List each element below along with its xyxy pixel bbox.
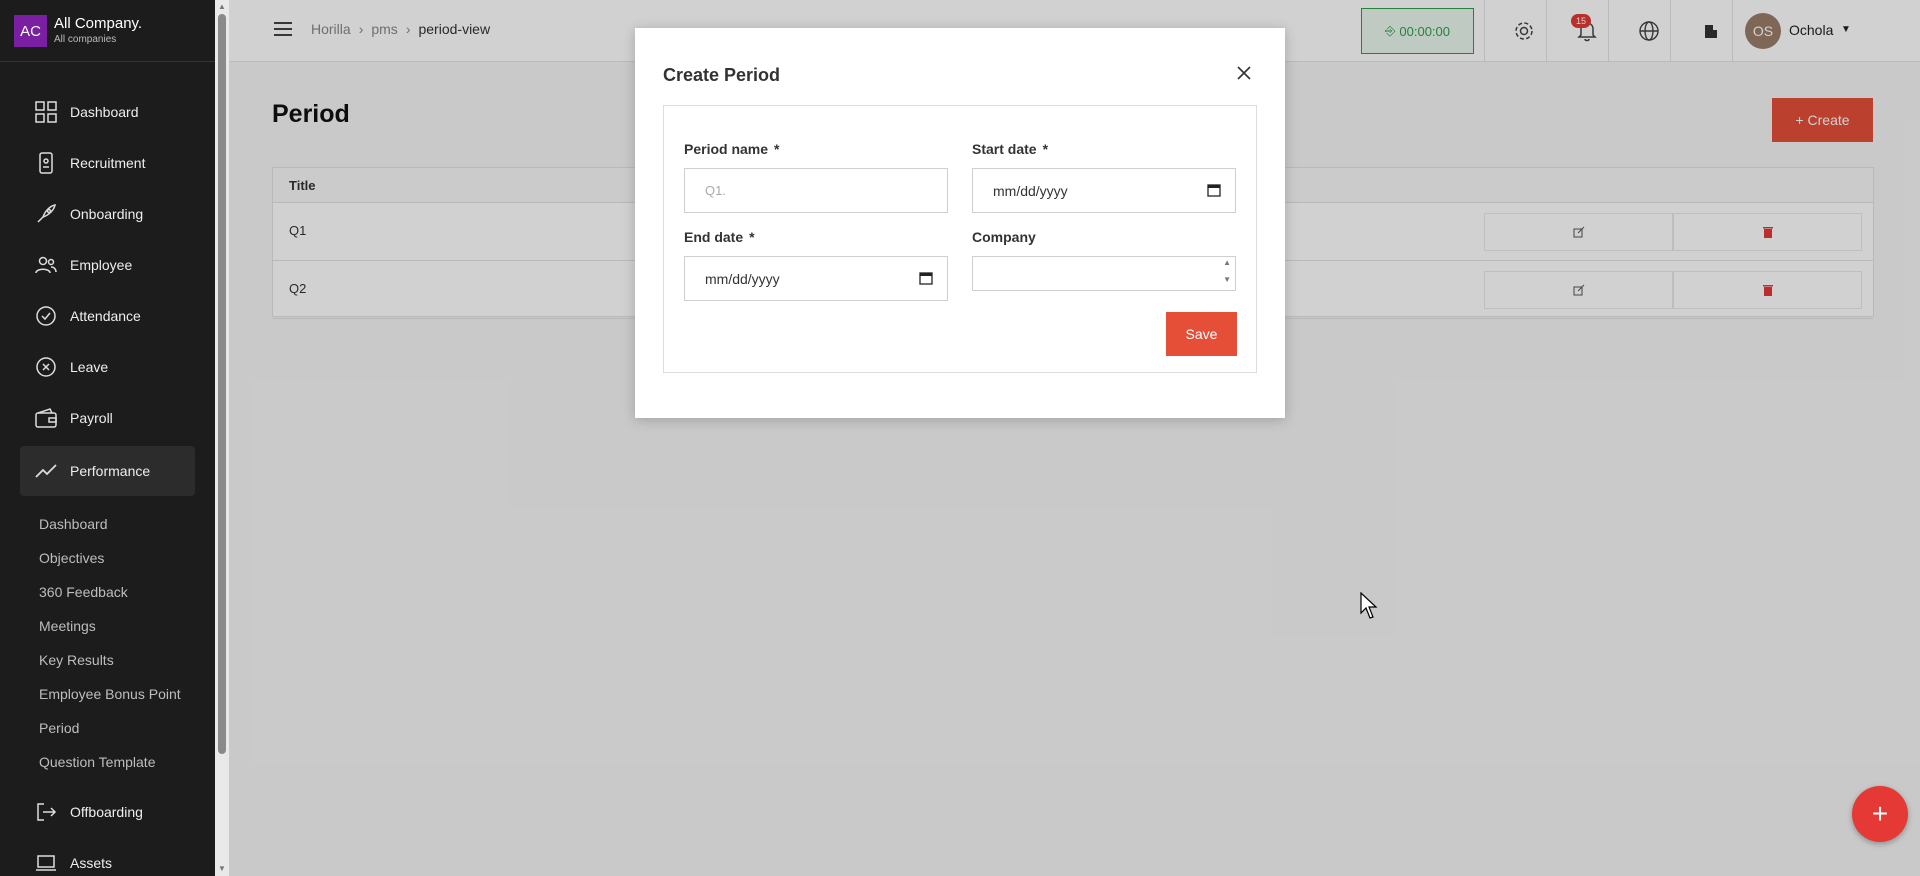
company-label: Company — [972, 229, 1036, 245]
recruitment-icon — [34, 151, 58, 175]
sidebar-item-onboarding[interactable]: Onboarding — [20, 189, 195, 239]
company-select[interactable]: ▲ ▼ — [972, 256, 1236, 291]
sidebar: AC All Company. All companies Dashboard … — [0, 0, 215, 876]
people-icon — [34, 253, 58, 277]
period-name-input[interactable]: Q1. — [684, 168, 948, 213]
sidebar-item-offboarding[interactable]: Offboarding — [20, 787, 195, 837]
sidebar-item-performance[interactable]: Performance — [20, 446, 195, 496]
submenu-item-360-feedback[interactable]: 360 Feedback — [39, 584, 128, 600]
spin-down-icon[interactable]: ▼ — [1223, 275, 1231, 284]
submenu-item-employee-bonus-point[interactable]: Employee Bonus Point — [39, 686, 181, 702]
input-placeholder: Q1. — [705, 183, 726, 198]
start-date-input[interactable]: mm/dd/yyyy — [972, 168, 1236, 213]
sidebar-item-attendance[interactable]: Attendance — [20, 291, 195, 341]
calendar-icon — [919, 272, 933, 285]
exit-icon — [34, 800, 58, 824]
x-circle-icon — [34, 355, 58, 379]
sidebar-item-assets[interactable]: Assets — [20, 838, 195, 876]
sidebar-item-label: Performance — [70, 463, 151, 479]
period-form: Period name * Q1. Start date * mm/dd/yyyy … — [663, 105, 1257, 373]
sidebar-item-label: Employee — [70, 257, 133, 273]
submenu-item-objectives[interactable]: Objectives — [39, 550, 104, 566]
rocket-icon — [34, 202, 58, 226]
label-text: Period name — [684, 141, 769, 157]
submenu-item-key-results[interactable]: Key Results — [39, 652, 114, 668]
trend-icon — [34, 459, 58, 483]
company-avatar: AC — [14, 15, 47, 47]
end-date-label: End date * — [684, 229, 755, 245]
scroll-down-icon[interactable]: ▼ — [218, 864, 226, 873]
label-text: End date — [684, 229, 744, 245]
scroll-up-icon[interactable]: ▲ — [218, 2, 226, 11]
sidebar-item-label: Offboarding — [70, 804, 143, 820]
calendar-icon — [1207, 184, 1221, 197]
dashboard-icon — [34, 100, 58, 124]
wallet-icon — [34, 406, 58, 430]
sidebar-item-dashboard[interactable]: Dashboard — [20, 87, 195, 137]
start-date-label: Start date * — [972, 141, 1048, 157]
submenu-item-dashboard[interactable]: Dashboard — [39, 516, 108, 532]
company-subtitle: All companies — [54, 34, 117, 45]
close-icon[interactable] — [1235, 64, 1253, 82]
mouse-cursor-icon — [1360, 591, 1380, 620]
label-text: Start date — [972, 141, 1037, 157]
sidebar-item-recruitment[interactable]: Recruitment — [20, 138, 195, 188]
submenu-item-question-template[interactable]: Question Template — [39, 754, 155, 770]
label-text: Company — [972, 229, 1036, 245]
sidebar-item-leave[interactable]: Leave — [20, 342, 195, 392]
sidebar-item-label: Attendance — [70, 308, 141, 324]
period-name-label: Period name * — [684, 141, 779, 157]
create-period-modal: Create Period Period name * Q1. Start dat… — [635, 28, 1285, 418]
check-circle-icon — [34, 304, 58, 328]
quick-action-add-button[interactable]: + — [1852, 786, 1908, 842]
submenu-item-period[interactable]: Period — [39, 720, 79, 736]
sidebar-item-label: Dashboard — [70, 104, 139, 120]
end-date-input[interactable]: mm/dd/yyyy — [684, 256, 948, 301]
sidebar-item-label: Onboarding — [70, 206, 144, 222]
submenu-item-meetings[interactable]: Meetings — [39, 618, 96, 634]
company-switcher[interactable]: AC All Company. All companies — [0, 0, 215, 62]
required-mark: * — [749, 229, 755, 245]
company-name: All Company. — [54, 15, 143, 32]
sidebar-scrollbar[interactable]: ▲ ▼ — [215, 0, 229, 876]
date-value: mm/dd/yyyy — [993, 182, 1068, 199]
sidebar-item-employee[interactable]: Employee — [20, 240, 195, 290]
scrollbar-thumb[interactable] — [218, 14, 226, 754]
save-button[interactable]: Save — [1166, 312, 1237, 356]
laptop-icon — [34, 851, 58, 875]
required-mark: * — [1042, 141, 1049, 157]
spin-up-icon[interactable]: ▲ — [1223, 258, 1231, 267]
date-value: mm/dd/yyyy — [705, 270, 780, 287]
sidebar-item-label: Payroll — [70, 410, 113, 426]
modal-title: Create Period — [663, 65, 781, 85]
sidebar-item-label: Leave — [70, 359, 109, 375]
sidebar-item-label: Recruitment — [70, 155, 146, 171]
sidebar-item-payroll[interactable]: Payroll — [20, 393, 195, 443]
sidebar-item-label: Assets — [70, 855, 113, 871]
required-mark: * — [774, 141, 780, 157]
